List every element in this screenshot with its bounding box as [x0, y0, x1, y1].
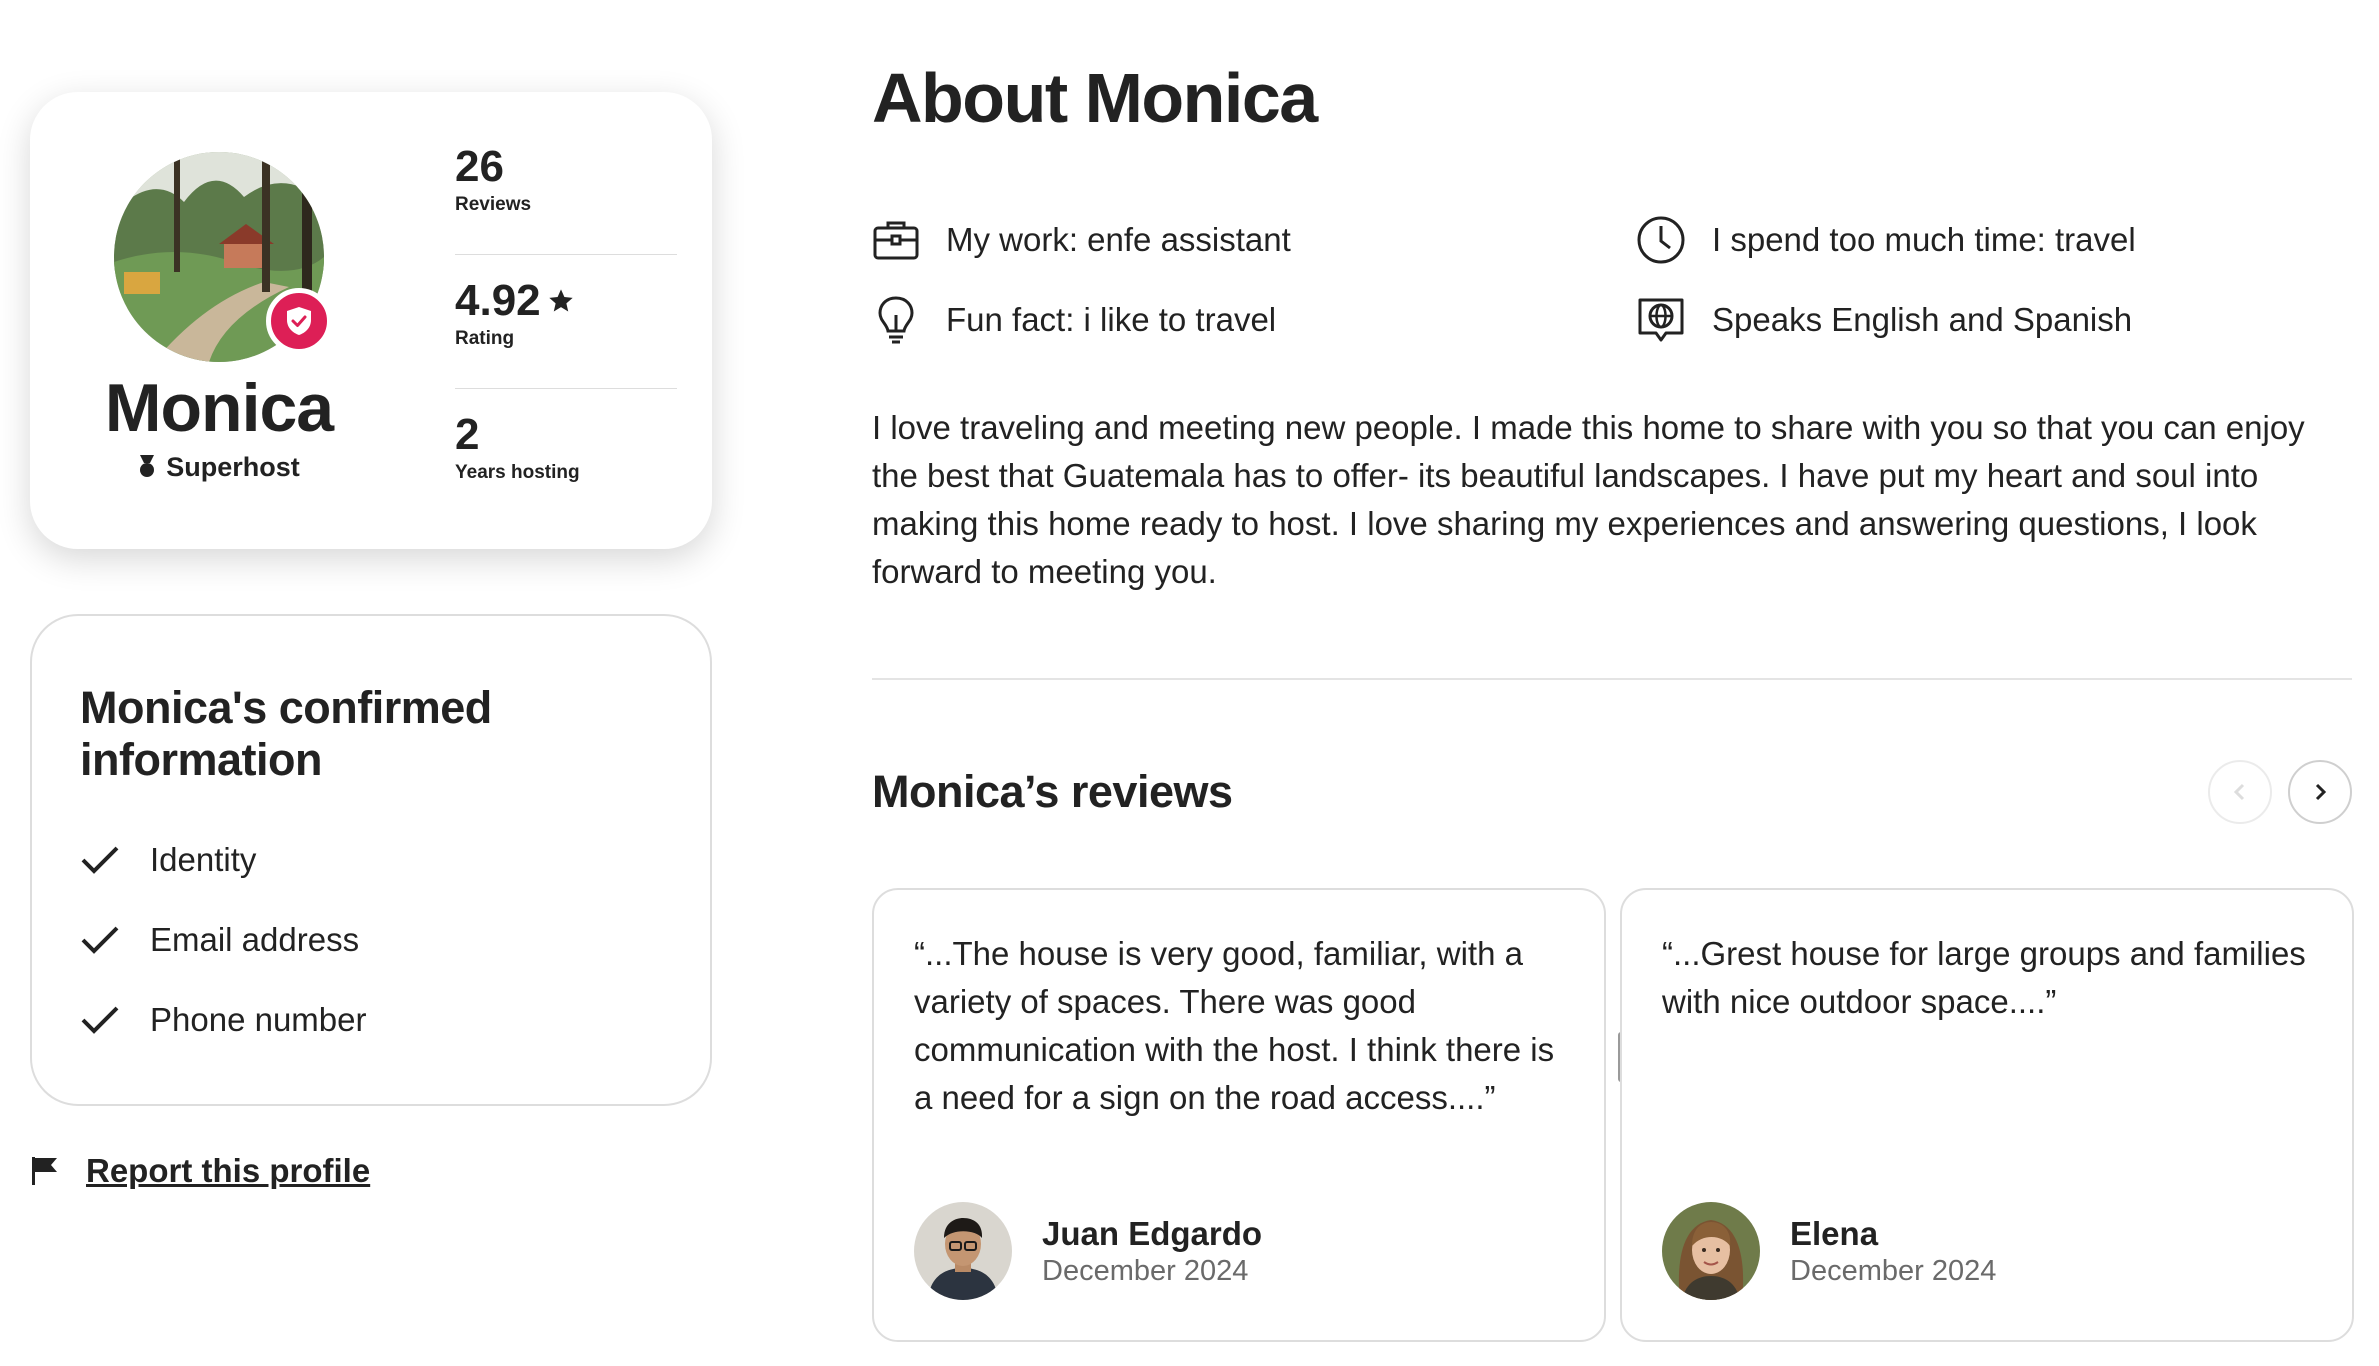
- confirmed-item-phone: Phone number: [80, 996, 366, 1044]
- confirmed-item-email: Email address: [80, 916, 359, 964]
- reviews-prev-button[interactable]: [2208, 760, 2272, 824]
- host-profile-card: Monica Superhost 26 Reviews 4.92 Rating …: [30, 92, 712, 549]
- stat-value: 26: [455, 142, 504, 191]
- review-card[interactable]: “...Grest house for large groups and fam…: [1620, 888, 2354, 1342]
- host-bio: I love traveling and meeting new people.…: [872, 409, 2305, 590]
- flag-icon: [32, 1157, 57, 1185]
- checkmark-icon: [81, 1006, 119, 1034]
- stat-label: Reviews: [455, 194, 532, 215]
- shield-check-icon: [287, 307, 311, 335]
- review-text: “...Grest house for large groups and fam…: [1662, 935, 2306, 1020]
- briefcase-icon: [873, 221, 919, 260]
- report-profile-link[interactable]: Report this profile: [86, 1152, 370, 1190]
- clock-icon: [1637, 216, 1685, 264]
- report-profile: Report this profile: [30, 1152, 370, 1190]
- detail-work: My work: enfe assistant: [872, 214, 1291, 266]
- lightbulb-icon: [878, 296, 914, 344]
- reviewer-avatar: [914, 1202, 1012, 1300]
- confirmed-item-label: Email address: [150, 921, 360, 958]
- confirmed-info-card: Monica's confirmed information Identity …: [30, 614, 712, 1106]
- about-title: About Monica: [872, 59, 1318, 137]
- globe-speech-icon: [1638, 298, 1684, 342]
- superhost-badge: Superhost: [30, 450, 408, 484]
- detail-fun-fact: Fun fact: i like to travel: [872, 294, 1276, 346]
- confirmed-item-identity: Identity: [80, 836, 256, 884]
- chevron-left-icon: [2233, 783, 2245, 801]
- detail-text: I spend too much time: travel: [1712, 221, 2136, 258]
- verified-shield-badge: [266, 288, 332, 354]
- review-card[interactable]: “...The house is very good, familiar, wi…: [872, 888, 1606, 1342]
- section-divider: [872, 678, 2352, 680]
- reviewer-name: Elena: [1790, 1215, 1879, 1252]
- detail-text: My work: enfe assistant: [946, 221, 1291, 258]
- detail-text: Speaks English and Spanish: [1712, 301, 2133, 338]
- stat-divider: [455, 254, 677, 255]
- stat-divider: [455, 388, 677, 389]
- stat-label: Years hosting: [455, 462, 580, 483]
- checkmark-icon: [81, 846, 119, 874]
- confirmed-item-label: Phone number: [150, 1001, 367, 1038]
- detail-languages: Speaks English and Spanish: [1636, 294, 2132, 346]
- checkmark-icon: [81, 926, 119, 954]
- stat-label: Rating: [455, 328, 515, 349]
- review-date: December 2024: [1042, 1255, 1249, 1287]
- stat-rating: 4.92 Rating: [455, 276, 677, 352]
- stat-years-hosting: 2 Years hosting: [455, 410, 677, 486]
- host-name: Monica: [104, 370, 334, 446]
- reviews-title: Monica’s reviews: [872, 766, 1233, 817]
- review-date: December 2024: [1790, 1255, 1997, 1287]
- confirmed-info-title: Monica's confirmed information: [80, 682, 492, 785]
- reviews-next-button[interactable]: [2288, 760, 2352, 824]
- reviewer-avatar: [1662, 1202, 1760, 1300]
- confirmed-item-label: Identity: [150, 841, 257, 878]
- reviewer-name: Juan Edgardo: [1042, 1215, 1263, 1252]
- stat-value: 4.92: [455, 276, 541, 325]
- chevron-right-icon: [2315, 783, 2327, 801]
- superhost-label: Superhost: [166, 452, 300, 482]
- stat-reviews[interactable]: 26 Reviews: [455, 142, 677, 218]
- detail-text: Fun fact: i like to travel: [946, 301, 1277, 338]
- detail-spend-time: I spend too much time: travel: [1636, 214, 2136, 266]
- stat-value: 2: [455, 410, 480, 459]
- star-icon: [548, 289, 573, 312]
- superhost-medal-icon: [140, 455, 155, 477]
- review-text: “...The house is very good, familiar, wi…: [914, 935, 1555, 1116]
